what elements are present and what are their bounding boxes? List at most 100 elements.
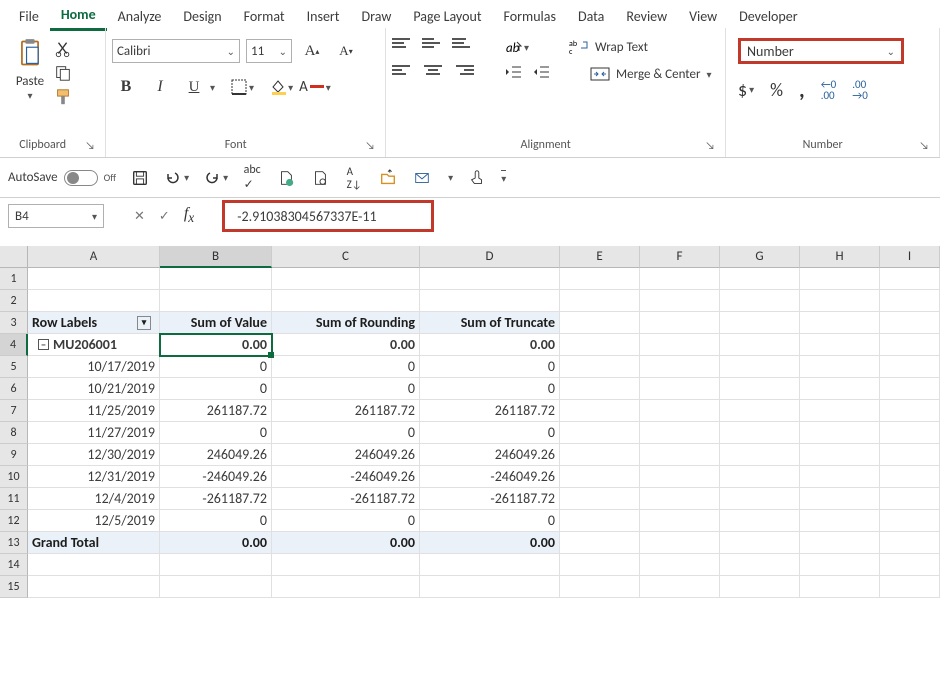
tab-home[interactable]: Home <box>50 1 107 31</box>
italic-button[interactable]: I <box>146 74 174 100</box>
formula-input[interactable]: -2.91038304567337E-11 <box>222 200 434 232</box>
tab-analyze[interactable]: Analyze <box>107 3 173 30</box>
row-header[interactable]: 13 <box>0 532 28 554</box>
cell[interactable] <box>640 466 720 488</box>
cell[interactable] <box>720 576 800 598</box>
border-button[interactable]: ▾ <box>231 79 254 95</box>
tab-format[interactable]: Format <box>233 3 296 30</box>
cell[interactable]: 0.00 <box>272 532 420 554</box>
cell[interactable] <box>560 356 640 378</box>
row-header[interactable]: 5 <box>0 356 28 378</box>
tab-data[interactable]: Data <box>567 3 615 30</box>
cell[interactable] <box>640 532 720 554</box>
quicksave-button[interactable]: ▾ <box>446 171 453 184</box>
cell[interactable] <box>800 334 880 356</box>
pivot-header[interactable]: Sum of Truncate <box>420 312 560 334</box>
row-header[interactable]: 9 <box>0 444 28 466</box>
pivot-date[interactable]: 12/5/2019 <box>28 510 160 532</box>
cell[interactable] <box>720 378 800 400</box>
align-bottom-button[interactable] <box>452 38 474 56</box>
cell[interactable] <box>720 268 800 290</box>
cell[interactable]: 0.00 <box>420 334 560 356</box>
redo-button[interactable]: ▾ <box>203 169 228 187</box>
cell[interactable] <box>272 268 420 290</box>
cell[interactable] <box>560 532 640 554</box>
tab-developer[interactable]: Developer <box>728 3 808 30</box>
cell[interactable] <box>800 532 880 554</box>
cell[interactable] <box>720 488 800 510</box>
cell[interactable] <box>160 290 272 312</box>
col-header[interactable]: C <box>272 246 420 268</box>
cell[interactable]: 0 <box>272 378 420 400</box>
cell[interactable] <box>800 488 880 510</box>
alignment-launcher[interactable]: ↘ <box>705 139 719 152</box>
cell[interactable] <box>560 268 640 290</box>
row-header[interactable]: 14 <box>0 554 28 576</box>
pivot-header[interactable]: Row Labels▾ <box>28 312 160 334</box>
cell[interactable] <box>800 576 880 598</box>
cell[interactable] <box>880 466 940 488</box>
cell[interactable] <box>28 576 160 598</box>
cell[interactable] <box>800 268 880 290</box>
cell[interactable] <box>640 400 720 422</box>
row-header[interactable]: 15 <box>0 576 28 598</box>
cell[interactable] <box>560 488 640 510</box>
cell[interactable] <box>880 268 940 290</box>
email-button[interactable] <box>412 168 432 188</box>
cell[interactable] <box>880 378 940 400</box>
wrap-text-button[interactable]: abc Wrap Text <box>569 38 648 56</box>
align-middle-button[interactable] <box>422 38 444 56</box>
cell[interactable] <box>640 378 720 400</box>
cell[interactable] <box>720 290 800 312</box>
row-header[interactable]: 4 <box>0 334 28 356</box>
percent-format-button[interactable]: % <box>770 79 783 101</box>
cell[interactable] <box>880 290 940 312</box>
cell[interactable] <box>640 444 720 466</box>
cell[interactable]: -261187.72 <box>160 488 272 510</box>
cell[interactable] <box>560 290 640 312</box>
cell[interactable] <box>160 268 272 290</box>
underline-button[interactable]: U▾ <box>180 74 215 100</box>
cell[interactable] <box>720 356 800 378</box>
pivot-date[interactable]: 11/25/2019 <box>28 400 160 422</box>
align-center-button[interactable] <box>422 65 444 83</box>
pivot-grand-total[interactable]: Grand Total <box>28 532 160 554</box>
decrease-decimal-button[interactable]: .00→0 <box>852 79 868 101</box>
col-header[interactable]: D <box>420 246 560 268</box>
cell[interactable] <box>560 378 640 400</box>
cell[interactable] <box>420 554 560 576</box>
cell[interactable] <box>880 444 940 466</box>
pivot-date[interactable]: 10/21/2019 <box>28 378 160 400</box>
cell[interactable] <box>560 576 640 598</box>
cell[interactable] <box>640 312 720 334</box>
select-all-cell[interactable] <box>0 246 28 268</box>
cell[interactable] <box>880 488 940 510</box>
decrease-font-button[interactable]: A▾ <box>332 38 360 64</box>
row-header[interactable]: 2 <box>0 290 28 312</box>
cell[interactable] <box>640 268 720 290</box>
cell[interactable] <box>800 466 880 488</box>
cell[interactable]: 0 <box>160 510 272 532</box>
comma-format-button[interactable]: , <box>799 76 805 103</box>
cell[interactable] <box>640 488 720 510</box>
undo-button[interactable]: ▾ <box>164 169 189 187</box>
cell[interactable] <box>560 444 640 466</box>
row-header[interactable]: 6 <box>0 378 28 400</box>
cell[interactable] <box>28 268 160 290</box>
cell[interactable] <box>880 510 940 532</box>
merge-center-button[interactable]: Merge & Center ▾ <box>590 65 712 83</box>
cell[interactable] <box>640 510 720 532</box>
cell[interactable]: -261187.72 <box>272 488 420 510</box>
cell[interactable] <box>720 400 800 422</box>
cell[interactable] <box>420 268 560 290</box>
accounting-format-button[interactable]: $ ▾ <box>738 79 754 101</box>
decrease-indent-button[interactable] <box>504 64 522 84</box>
row-header[interactable]: 7 <box>0 400 28 422</box>
cell[interactable] <box>560 312 640 334</box>
cell[interactable] <box>28 290 160 312</box>
col-header[interactable]: I <box>880 246 940 268</box>
collapse-icon[interactable]: − <box>38 339 49 350</box>
cell[interactable] <box>640 422 720 444</box>
cell[interactable]: -246049.26 <box>160 466 272 488</box>
pivot-header[interactable]: Sum of Value <box>160 312 272 334</box>
